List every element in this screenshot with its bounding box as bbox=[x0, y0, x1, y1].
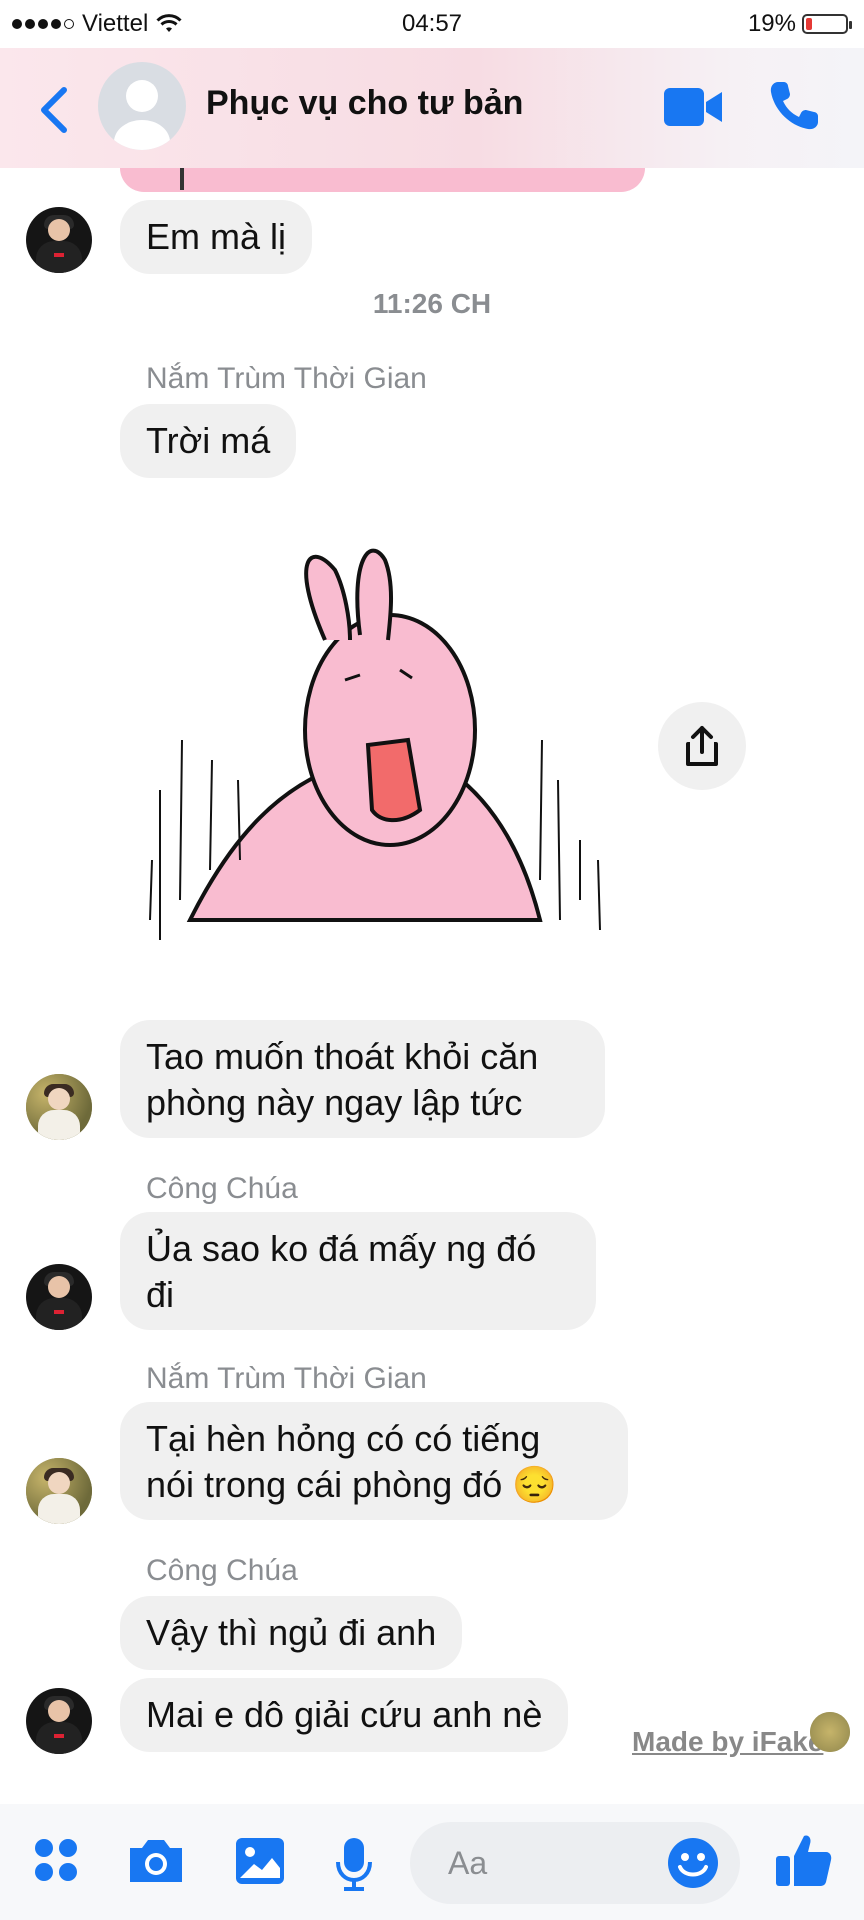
composer-toolbar bbox=[0, 1804, 864, 1920]
sender-name: Nắm Trùm Thời Gian bbox=[146, 1362, 427, 1395]
avatar[interactable] bbox=[26, 1074, 92, 1140]
conversation-header: Phục vụ cho tư bản bbox=[0, 48, 864, 168]
message-bubble[interactable]: Em mà lị bbox=[120, 200, 313, 274]
watermark: Made by iFake bbox=[632, 1726, 824, 1757]
crying-rabbit-sticker[interactable] bbox=[140, 540, 620, 940]
phone-call-icon[interactable] bbox=[764, 76, 824, 136]
sender-name: Công Chúa bbox=[146, 1554, 298, 1587]
camera-icon[interactable] bbox=[126, 1836, 186, 1886]
conversation-title[interactable]: Phục vụ cho tư bản bbox=[206, 84, 523, 123]
back-chevron-icon[interactable] bbox=[30, 80, 80, 140]
microphone-icon[interactable] bbox=[334, 1836, 374, 1892]
clock: 04:57 bbox=[401, 10, 463, 37]
previous-sticker-edge bbox=[120, 168, 645, 192]
avatar[interactable] bbox=[26, 1688, 92, 1754]
avatar[interactable] bbox=[98, 62, 186, 150]
message-bubble[interactable]: Tao muốn thoát khỏi căn phòng này ngay l… bbox=[120, 1020, 605, 1138]
battery-status: 19% bbox=[747, 10, 852, 38]
message-composer bbox=[410, 1822, 740, 1904]
message-bubble[interactable]: Tại hèn hỏng có có tiếng nói trong cái p… bbox=[120, 1402, 628, 1520]
message-bubble[interactable]: Ủa sao ko đá mấy ng đó đi bbox=[120, 1212, 596, 1330]
emoji-icon[interactable] bbox=[666, 1836, 720, 1890]
battery-icon bbox=[802, 14, 852, 34]
message-bubble[interactable]: Trời má bbox=[120, 404, 297, 478]
gallery-icon[interactable] bbox=[234, 1836, 286, 1886]
sender-name: Công Chúa bbox=[146, 1172, 298, 1205]
video-call-icon[interactable] bbox=[662, 84, 724, 130]
avatar[interactable] bbox=[26, 1458, 92, 1524]
default-user-icon bbox=[114, 80, 170, 150]
battery-percent: 19% bbox=[747, 10, 796, 37]
share-icon bbox=[686, 726, 718, 766]
message-bubble[interactable]: Mai e dô giải cứu anh nè bbox=[120, 1678, 569, 1752]
avatar[interactable] bbox=[26, 207, 92, 273]
status-bar: Viettel 04:57 19% bbox=[0, 0, 864, 48]
share-button[interactable] bbox=[658, 702, 746, 790]
read-receipt-avatar bbox=[810, 1712, 850, 1752]
sender-name: Nắm Trùm Thời Gian bbox=[146, 362, 427, 395]
thumbs-up-icon[interactable] bbox=[774, 1830, 834, 1890]
avatar[interactable] bbox=[26, 1264, 92, 1330]
more-apps-icon[interactable] bbox=[32, 1836, 80, 1884]
message-input[interactable] bbox=[446, 1840, 650, 1886]
message-bubble[interactable]: Vậy thì ngủ đi anh bbox=[120, 1596, 463, 1670]
message-timestamp: 11:26 CH bbox=[372, 288, 492, 319]
